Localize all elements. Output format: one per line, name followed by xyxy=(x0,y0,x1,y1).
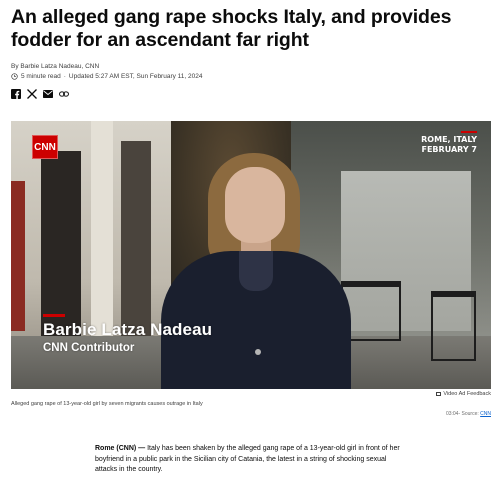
read-time: 5 minute read xyxy=(21,73,61,80)
video-location-tag: ROME, ITALY FEBRUARY 7 xyxy=(421,131,477,155)
lower-third-title: CNN Contributor xyxy=(43,342,135,354)
video-bg-table xyxy=(431,291,476,361)
video-presenter xyxy=(161,153,351,389)
cnn-logo: CNN xyxy=(32,135,58,159)
updated-timestamp: Updated 5:27 AM EST, Sun February 11, 20… xyxy=(68,73,203,80)
video-duration: 03:04 xyxy=(445,411,459,417)
video-date: FEBRUARY 7 xyxy=(421,145,478,154)
article-paragraph: Rome (CNN) — Italy has been shaken by th… xyxy=(95,444,410,476)
video-duration-source: 03:04- Source: CNN xyxy=(446,411,491,417)
video-caption: Alleged gang rape of 13-year-old girl by… xyxy=(11,401,203,407)
dateline: Rome (CNN) — xyxy=(95,445,146,452)
email-icon[interactable] xyxy=(43,89,53,99)
ad-feedback-label: Video Ad Feedback xyxy=(443,391,491,397)
source-link[interactable]: CNN xyxy=(480,411,491,417)
x-icon[interactable] xyxy=(27,89,37,99)
feedback-icon xyxy=(436,392,442,396)
clock-icon xyxy=(11,73,18,80)
facebook-icon[interactable] xyxy=(11,89,21,99)
link-icon[interactable] xyxy=(59,89,69,99)
lower-third-accent-bar xyxy=(43,314,65,317)
article-headline: An alleged gang rape shocks Italy, and p… xyxy=(11,6,452,51)
byline: By Barbie Latza Nadeau, CNN xyxy=(11,63,100,70)
article-meta: 5 minute read · Updated 5:27 AM EST, Sun… xyxy=(11,73,203,80)
meta-separator: · xyxy=(63,73,66,80)
lower-third-name: Barbie Latza Nadeau xyxy=(43,320,213,339)
share-bar xyxy=(11,89,69,99)
video-player[interactable]: CNN ROME, ITALY FEBRUARY 7 Barbie Latza … xyxy=(11,121,491,389)
video-ad-feedback[interactable]: Video Ad Feedback xyxy=(436,391,491,397)
location-accent-bar xyxy=(461,131,477,133)
source-prefix: - Source: xyxy=(458,411,481,417)
video-location: ROME, ITALY xyxy=(421,135,477,144)
